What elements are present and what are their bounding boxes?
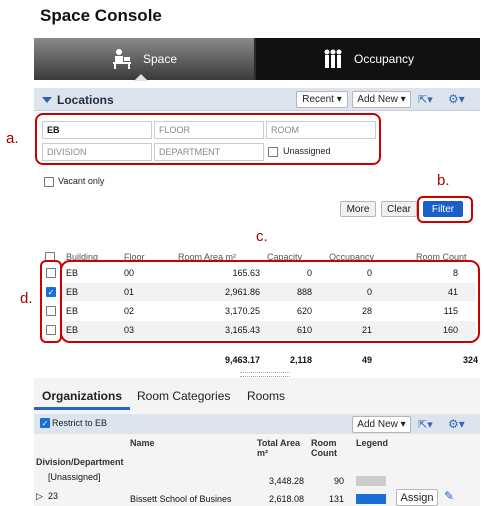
col-header-room-count[interactable]: Room Count xyxy=(311,438,345,458)
vacant-only-checkbox[interactable] xyxy=(44,177,54,187)
legend-bar xyxy=(356,494,386,504)
add-new-label: Add New xyxy=(357,94,398,105)
annotation-box-a xyxy=(35,113,381,165)
org-division: [Unassigned] xyxy=(48,472,101,482)
tab-occupancy-label: Occupancy xyxy=(353,52,415,66)
annotation-box-b xyxy=(417,196,473,223)
restrict-label: Restrict to EB xyxy=(52,418,108,428)
desk-person-icon xyxy=(112,49,131,69)
tab-rooms[interactable]: Rooms xyxy=(247,389,285,403)
page-title: Space Console xyxy=(40,6,162,25)
col-header-division[interactable]: Division/Department xyxy=(36,457,124,467)
org-add-new-label: Add New xyxy=(357,419,398,430)
restrict-checkbox[interactable]: ✓ xyxy=(40,418,50,428)
people-icon xyxy=(324,49,342,68)
assign-button[interactable]: Assign xyxy=(396,489,438,506)
total-area: 9,463.17 xyxy=(224,355,260,365)
export-icon[interactable]: ⇱▾ xyxy=(418,93,433,106)
annotation-label-a: a. xyxy=(6,130,19,147)
collapse-triangle-icon xyxy=(42,97,52,103)
total-count: 324 xyxy=(462,355,478,365)
org-room-count: 90 xyxy=(333,476,344,486)
legend-bar xyxy=(356,476,386,486)
tab-room-categories[interactable]: Room Categories xyxy=(137,389,230,403)
add-new-dropdown[interactable]: Add New ▾ xyxy=(352,91,411,108)
annotation-label-b: b. xyxy=(437,172,450,189)
org-division: 23 xyxy=(48,491,59,501)
resize-handle[interactable] xyxy=(240,372,290,377)
export-icon[interactable]: ⇱▾ xyxy=(418,418,433,431)
org-area: 3,448.28 xyxy=(268,476,304,486)
expand-icon[interactable]: ▷ xyxy=(36,491,43,502)
active-tab-caret xyxy=(134,74,148,81)
annotation-box-d xyxy=(40,260,62,343)
chevron-down-icon: ▾ xyxy=(400,94,406,105)
edit-pencil-icon[interactable]: ✎ xyxy=(444,489,454,503)
tab-occupancy[interactable]: Occupancy xyxy=(256,38,480,80)
gear-icon[interactable]: ⚙▾ xyxy=(448,92,465,106)
annotation-label-d: d. xyxy=(20,290,33,307)
locations-title: Locations xyxy=(57,93,114,107)
active-tab-underline xyxy=(34,407,130,410)
org-room-count: 131 xyxy=(328,494,344,504)
col-header-total-area[interactable]: Total Area m² xyxy=(257,438,307,458)
col-header-name[interactable]: Name xyxy=(130,438,155,448)
col-header-legend: Legend xyxy=(356,438,389,448)
locations-toggle[interactable]: Locations xyxy=(42,93,114,107)
annotation-label-c: c. xyxy=(256,228,268,245)
more-button[interactable]: More xyxy=(340,201,376,217)
vacant-only-label: Vacant only xyxy=(58,176,105,186)
total-occupancy: 49 xyxy=(361,355,372,365)
org-name: Bissett School of Busines xyxy=(130,494,232,504)
gear-icon[interactable]: ⚙▾ xyxy=(448,417,465,431)
tab-organizations[interactable]: Organizations xyxy=(42,389,122,403)
org-add-new-dropdown[interactable]: Add New ▾ xyxy=(352,416,411,433)
chevron-down-icon: ▾ xyxy=(336,94,342,105)
total-capacity: 2,118 xyxy=(289,355,312,365)
chevron-down-icon: ▾ xyxy=(400,419,406,430)
org-area: 2,618.08 xyxy=(268,494,304,504)
annotation-box-c xyxy=(60,260,480,343)
clear-button[interactable]: Clear xyxy=(381,201,417,217)
recent-dropdown[interactable]: Recent ▾ xyxy=(296,91,348,108)
recent-label: Recent xyxy=(302,94,334,105)
tab-space-label: Space xyxy=(142,52,178,66)
